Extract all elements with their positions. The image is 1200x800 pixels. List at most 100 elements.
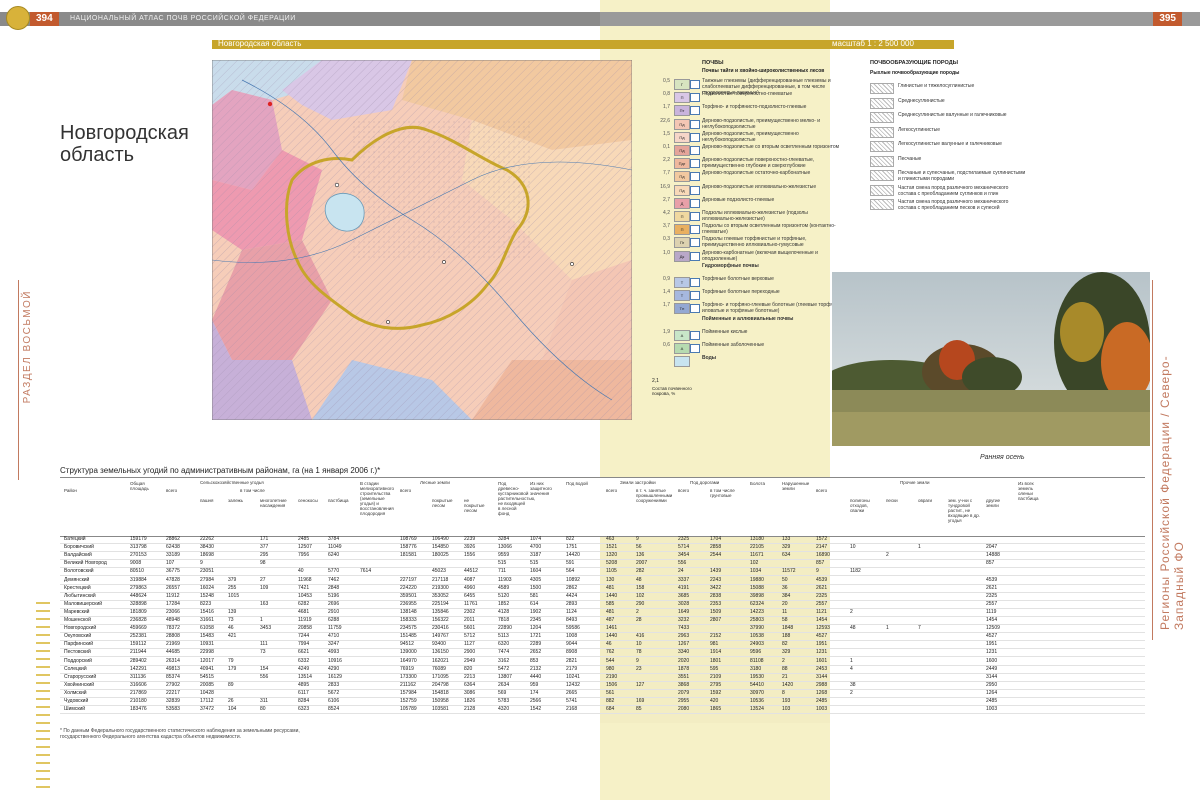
table-cell: 2302 [464, 608, 476, 615]
table-cell: 7462 [328, 576, 340, 583]
table-cell: 481 [606, 608, 615, 615]
legend-swatch: Д [674, 197, 690, 209]
table-cell: 54410 [750, 681, 764, 688]
table-cell: 4589 [498, 584, 510, 591]
table-cell: 48 [636, 576, 642, 583]
table-cell: 544 [606, 657, 615, 664]
legend-percent: 2,7 [663, 196, 670, 203]
table-cell: 2020 [678, 657, 690, 664]
col-hay: сенокосы [298, 498, 318, 503]
table-cell: 7994 [298, 641, 310, 648]
table-cell: 2848 [328, 584, 340, 591]
col-total: Общая площадь [130, 481, 149, 491]
table-cell: 4191 [678, 584, 690, 591]
table-cell: 27 [260, 576, 266, 583]
table-cell: 62324 [750, 600, 764, 607]
table-cell: 159179 [130, 536, 147, 542]
table-cell: 171095 [432, 673, 449, 680]
table-cell: 48948 [166, 617, 180, 623]
legend-swatch: Пг [674, 237, 690, 249]
table-cell: 179 [228, 665, 237, 672]
left-divider [18, 280, 19, 480]
table-cell: 157984 [400, 689, 417, 696]
table-cell: 2949 [464, 657, 476, 664]
table-cell: 234575 [400, 625, 417, 632]
table-cell: 2910 [328, 608, 340, 615]
table-cell: 28862 [166, 536, 180, 542]
legend-percent: 0,1 [663, 144, 670, 150]
rocks-title: ПОЧВООБРАЗУЮЩИЕ ПОРОДЫ [870, 60, 959, 66]
table-cell: 8524 [328, 706, 340, 713]
table-cell: 40 [298, 568, 304, 575]
legend-label: Дерновые подзолисто-глеевые [702, 196, 775, 203]
table-cell: 1454 [986, 617, 998, 623]
table-cell: 1914 [710, 649, 722, 656]
rock-swatch [870, 199, 894, 210]
table-cell: 2 [636, 608, 639, 615]
legend-label: Дерново-подзолистые, преимущественно нег… [702, 130, 799, 143]
table-cell: 6323 [298, 706, 310, 713]
table-cell-rayon: Холмский [64, 689, 87, 696]
table-cell: 2345 [530, 617, 542, 623]
table-cell: 2 [850, 689, 853, 696]
table-cell: 136150 [432, 649, 449, 656]
table-cell: 27984 [200, 576, 214, 583]
table-cell: 23051 [200, 568, 214, 575]
table-cell: 107 [166, 560, 175, 567]
legend-marker-icon [690, 198, 700, 208]
legend-percent: 1,0 [663, 249, 670, 256]
legend-label: Пойменные и аллювиальные почвы [702, 315, 794, 322]
table-cell-rayon: Демянский [64, 576, 90, 583]
table-cell: 6320 [498, 641, 510, 648]
table-cell: 108769 [400, 536, 417, 542]
legend-percent: 0,8 [663, 91, 670, 98]
table-cell: 36 [782, 584, 788, 591]
table-cell: 857 [986, 560, 995, 567]
table-cell: 76089 [432, 665, 446, 672]
table-cell: 1461 [606, 625, 618, 632]
table-cell: 1015 [228, 592, 240, 599]
table-cell: 2453 [816, 665, 828, 672]
table-cell: 38 [850, 681, 856, 688]
table-cell: 1 [886, 625, 889, 632]
table-cell: 22217 [166, 689, 180, 696]
table-cell-rayon: Волотовский [64, 568, 94, 575]
table-cell: 105789 [400, 706, 417, 713]
legend-marker-icon [690, 185, 700, 195]
table-cell: 23 [636, 665, 642, 672]
col-forest: Лесные земли [420, 480, 450, 485]
header-bar-right [600, 12, 1200, 26]
table-cell: 5783 [498, 698, 510, 704]
table-cell: 2557 [816, 600, 828, 607]
table-cell: 169 [636, 698, 645, 704]
table-cell: 5472 [498, 665, 510, 672]
legend-swatch: Тн [674, 303, 690, 315]
legend-percent: 7,7 [663, 170, 670, 177]
table-cell: 224220 [400, 584, 417, 591]
table-row: Шимский 183476 53583 37472 104 80 6323 8524 1057… [60, 705, 1145, 715]
region-bar: Новгородская область масштаб 1 : 2 500 0… [212, 39, 954, 49]
table-cell: 133 [782, 536, 791, 542]
table-cell: 193 [782, 698, 791, 704]
table-cell: 1848 [782, 625, 794, 632]
legend-marker-icon [690, 159, 700, 169]
col-swamp: Из них защитного значения [530, 481, 552, 496]
legend-label: Торфяные болотные верховые [702, 276, 774, 282]
table-cell: 9 [816, 568, 819, 575]
table-cell: 11671 [750, 552, 764, 559]
table-cell: 89 [228, 681, 234, 688]
legend-percent: 1,5 [663, 130, 670, 137]
table-cell: 154850 [432, 544, 449, 551]
table-cell: 980 [606, 665, 615, 672]
table-cell: 6288 [328, 617, 340, 623]
table-cell: 181581 [400, 552, 417, 559]
table-cell: 103 [782, 706, 791, 713]
table-cell: 2634 [498, 681, 510, 688]
legend-swatch: Г [674, 79, 690, 90]
table-cell: 2652 [530, 649, 542, 656]
table-cell: 33189 [166, 552, 180, 559]
table-cell: 44685 [166, 649, 180, 656]
table-cell: 279863 [130, 584, 147, 591]
table-cell: 180025 [432, 552, 449, 559]
table-cell: 88 [782, 665, 788, 672]
